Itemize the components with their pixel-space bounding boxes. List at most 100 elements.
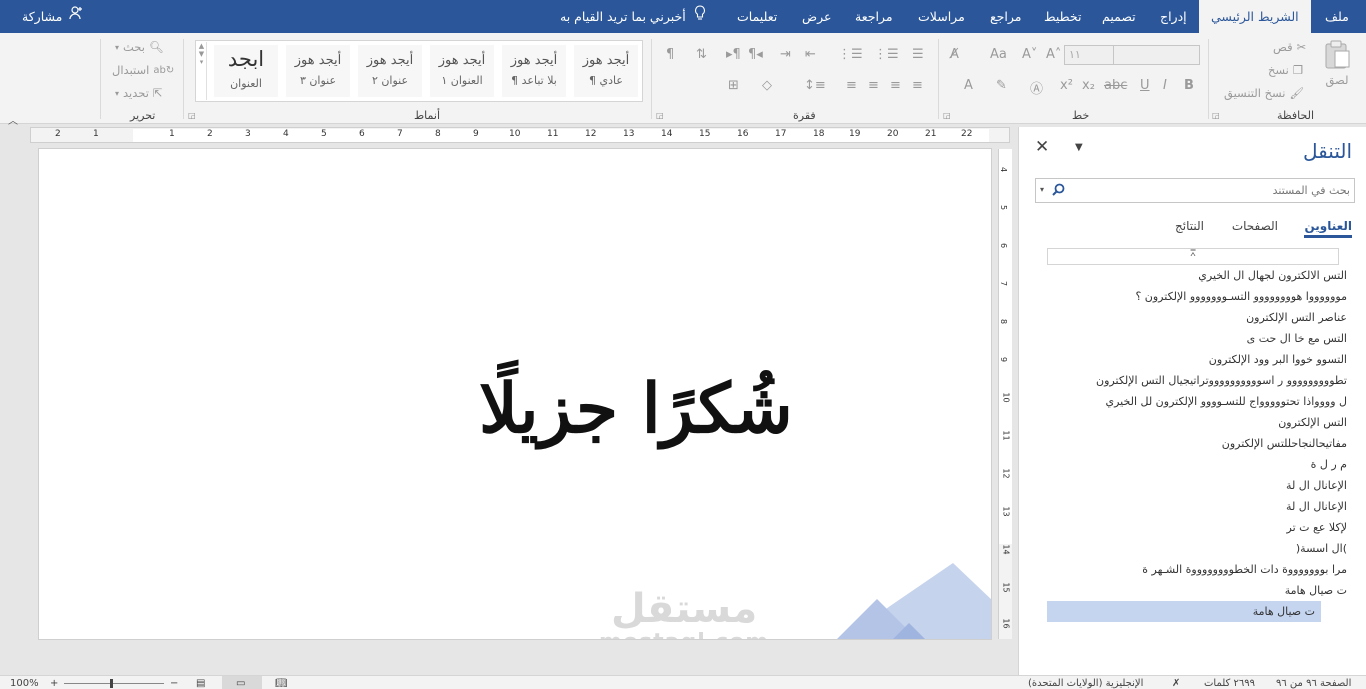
tab-review[interactable]: مراجعة [855, 0, 893, 33]
nav-heading-item[interactable]: عناصر التس الإلكترون [1047, 307, 1353, 328]
chevron-down-icon[interactable]: ▼ [1075, 142, 1083, 153]
tab-references[interactable]: مراجع [990, 0, 1021, 33]
tell-me-box[interactable]: أخبرني بما تريد القيام به [560, 0, 706, 33]
select-button[interactable]: ▾ تحديد ⇱ [115, 86, 163, 100]
tab-insert[interactable]: إدراج [1160, 0, 1187, 33]
ltr-direction-icon[interactable]: ▸¶ [726, 47, 741, 62]
format-painter-button[interactable]: نسخ التنسيق 🖌 [1224, 86, 1304, 100]
close-icon[interactable]: ✕ [1035, 137, 1049, 157]
replace-button[interactable]: استبدال ab↻ [112, 63, 174, 77]
nav-heading-item[interactable]: التس الإلكترون [1047, 412, 1353, 433]
nav-heading-item[interactable]: ◢مرا بوووووووة دات الخطووووووووة الشـهر … [1047, 559, 1353, 580]
style-no-spacing[interactable]: أيجد هوز ¶ بلا تباعد [502, 45, 566, 97]
shading-icon[interactable]: ◇ [762, 78, 772, 93]
zoom-out-icon[interactable]: − [170, 678, 178, 689]
nav-heading-item[interactable]: التس الالكترون لجهال ال الخيري [1047, 265, 1353, 286]
tab-file[interactable]: ملف [1325, 0, 1349, 33]
vertical-ruler[interactable]: 4 5 6 7 8 9 10 11 12 13 14 15 16 [998, 149, 1012, 639]
font-color-icon[interactable]: A [964, 78, 973, 93]
increase-indent-icon[interactable]: ⇥ [780, 47, 791, 62]
highlight-icon[interactable]: ✎ [996, 78, 1007, 93]
style-title[interactable]: ابجد العنوان [214, 45, 278, 97]
paragraph-launcher-icon[interactable]: ◲ [656, 111, 664, 120]
style-heading-2[interactable]: أيجد هوز عنوان ٢ [358, 45, 422, 97]
tab-headings[interactable]: العناوين [1304, 219, 1352, 238]
nav-heading-item[interactable]: ت صيال هامة [1047, 580, 1353, 601]
tab-mailings[interactable]: مراسلات [918, 0, 965, 33]
styles-launcher-icon[interactable]: ◲ [188, 111, 196, 120]
tab-design[interactable]: تصميم [1102, 0, 1136, 33]
clipboard-launcher-icon[interactable]: ◲ [1212, 111, 1220, 120]
rtl-direction-icon[interactable]: ¶◂ [748, 47, 763, 62]
tab-view[interactable]: عرض [802, 0, 831, 33]
tab-home[interactable]: الشريط الرئيسي [1199, 0, 1311, 33]
nav-search-input[interactable] [1080, 181, 1350, 200]
copy-button[interactable]: نسخ ❐ [1268, 63, 1303, 77]
justify-icon[interactable]: ≡ [846, 78, 857, 93]
find-button[interactable]: ▾ بحث 🔍︎ [115, 40, 164, 54]
document-page[interactable]: شُكرًا جزيلًا مستقل mostaql.com [38, 148, 992, 640]
zoom-in-icon[interactable]: + [50, 678, 58, 689]
nav-heading-item[interactable]: ل وووواذا تحتووووواج للتسـوووو الإلكترون… [1047, 391, 1353, 412]
borders-icon[interactable]: ⊞ [728, 78, 739, 93]
nav-heading-item[interactable]: التس مع خا ال حت ى [1047, 328, 1353, 349]
zoom-slider[interactable] [64, 683, 164, 684]
subscript-icon[interactable]: x₂ [1082, 78, 1095, 93]
numbering-icon[interactable]: ⋮☰ [874, 47, 899, 62]
paste-button[interactable]: لصق [1322, 39, 1352, 87]
align-right-icon[interactable]: ≡ [912, 78, 923, 93]
nav-heading-item[interactable]: الإعانال ال لة [1047, 475, 1353, 496]
proofing-icon[interactable]: ✗ [1172, 678, 1180, 689]
nav-heading-item[interactable]: تطووووووووو ر اسووووووووووتراتيجيال التس… [1047, 370, 1353, 391]
clear-formatting-icon[interactable]: A̸ [950, 47, 959, 62]
tab-results[interactable]: النتائج [1175, 219, 1204, 233]
read-mode-icon[interactable]: 📖︎ [275, 678, 288, 689]
font-size-combo[interactable]: ١١ [1064, 45, 1114, 65]
zoom-level[interactable]: 100% [10, 678, 39, 689]
nav-heading-item[interactable]: ت صيال هامة [1047, 601, 1321, 622]
nav-search-box[interactable]: ▾ [1035, 178, 1355, 203]
superscript-icon[interactable]: x² [1060, 78, 1073, 93]
styles-scroll[interactable]: ▲ ▼ ▾ [197, 42, 207, 100]
decrease-indent-icon[interactable]: ⇤ [805, 47, 816, 62]
style-heading-3[interactable]: أيجد هوز عنوان ٣ [286, 45, 350, 97]
page-count[interactable]: الصفحة ٩٦ من ٩٦ [1276, 678, 1351, 689]
tab-pages[interactable]: الصفحات [1232, 219, 1278, 233]
change-case-icon[interactable]: Aa [990, 47, 1007, 62]
style-heading-1[interactable]: أيجد هوز العنوان ١ [430, 45, 494, 97]
show-marks-icon[interactable]: ¶ [666, 47, 674, 62]
bullets-icon[interactable]: ☰ [912, 47, 924, 62]
tab-help[interactable]: تعليمات [737, 0, 777, 33]
text-effects-icon[interactable]: Ⓐ [1030, 78, 1043, 97]
bold-icon[interactable]: B [1184, 78, 1194, 93]
language-status[interactable]: الإنجليزية (الولايات المتحدة) [1028, 678, 1143, 689]
nav-heading-item[interactable]: لإكلا عع ت تر [1047, 517, 1353, 538]
nav-heading-item[interactable]: م ر ل ة [1047, 454, 1353, 475]
search-icon[interactable] [1052, 183, 1065, 200]
word-count[interactable]: ٢٦٩٩ كلمات [1204, 678, 1255, 689]
nav-heading-item[interactable]: الإعانال ال لة [1047, 496, 1353, 517]
grow-font-icon[interactable]: A˄ [1046, 47, 1061, 62]
strikethrough-icon[interactable]: abc [1104, 78, 1127, 93]
tab-layout[interactable]: تخطيط [1044, 0, 1081, 33]
collapse-ribbon-icon[interactable]: ︿ [8, 112, 18, 127]
collapse-all-bar[interactable]: ⩞ [1047, 248, 1339, 265]
style-normal[interactable]: أيجد هوز ¶ عادي [574, 45, 638, 97]
align-left-icon[interactable]: ≡ [868, 78, 879, 93]
sort-icon[interactable]: ⇅ [696, 47, 707, 62]
line-spacing-icon[interactable]: ↕≡ [804, 78, 826, 93]
underline-icon[interactable]: U [1140, 78, 1150, 93]
horizontal-ruler[interactable]: 2 1 1 2 3 4 5 6 7 8 9 10 11 12 13 14 15 … [30, 127, 1010, 143]
shrink-font-icon[interactable]: A˅ [1022, 47, 1037, 62]
nav-heading-item[interactable]: مفاتيحالنجاحللتس الإلكترون [1047, 433, 1353, 454]
web-layout-icon[interactable]: ▤ [196, 678, 205, 689]
font-name-combo[interactable] [1110, 45, 1200, 65]
share-button[interactable]: مشاركة [22, 0, 84, 33]
nav-heading-item[interactable]: مووووووا هوووووووو التسـووووووو الإلكترو… [1047, 286, 1353, 307]
font-launcher-icon[interactable]: ◲ [943, 111, 951, 120]
cut-button[interactable]: قص ✂ [1273, 40, 1306, 54]
nav-heading-item[interactable]: ◢التسوو خووا البر وود الإلكترون [1047, 349, 1353, 370]
multilevel-list-icon[interactable]: ⋮☰ [838, 47, 863, 62]
align-center-icon[interactable]: ≡ [890, 78, 901, 93]
nav-heading-item[interactable]: )ال اسسة( [1047, 538, 1353, 559]
